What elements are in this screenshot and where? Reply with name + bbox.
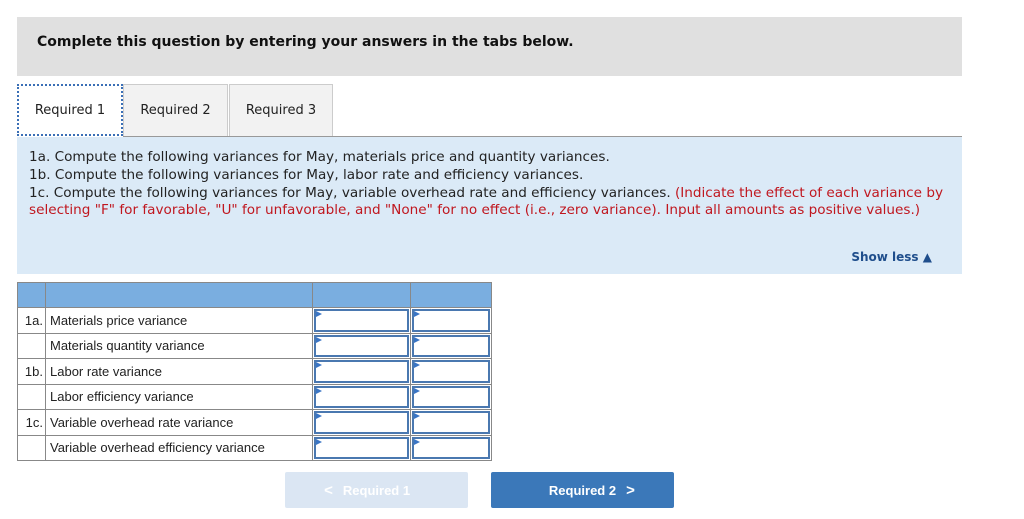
tab-required-1[interactable]: Required 1: [17, 84, 123, 136]
header-cell: [312, 282, 411, 308]
instructions-panel: 1a. Compute the following variances for …: [17, 137, 962, 274]
instruction-1b: 1b. Compute the following variances for …: [29, 166, 584, 183]
row-number: 1b.: [17, 358, 46, 385]
effect-cell: [410, 409, 492, 436]
amount-cell: [312, 332, 411, 359]
instruction-banner: Complete this question by entering your …: [17, 17, 962, 76]
amount-input[interactable]: [314, 334, 409, 357]
tab-required-2[interactable]: Required 2: [123, 84, 228, 136]
effect-cell: [410, 332, 492, 359]
effect-cell: [410, 434, 492, 461]
effect-cell: [410, 307, 492, 334]
header-cell: [17, 282, 46, 308]
amount-cell: [312, 358, 411, 385]
show-less-link[interactable]: Show less ▲: [851, 250, 932, 264]
instruction-1c: 1c. Compute the following variances for …: [29, 185, 949, 221]
amount-input[interactable]: [314, 411, 409, 434]
tab-required-3[interactable]: Required 3: [229, 84, 333, 136]
variance-table: 1a. Materials price variance Materials qua…: [17, 282, 492, 461]
effect-dropdown[interactable]: [412, 411, 490, 434]
chevron-right-icon: >: [626, 481, 635, 499]
amount-cell: [312, 409, 411, 436]
show-less-label: Show less: [851, 250, 919, 264]
prev-button-label: Required 1: [342, 482, 411, 498]
effect-dropdown[interactable]: [412, 360, 490, 383]
banner-text: Complete this question by entering your …: [37, 34, 574, 50]
header-cell: [45, 282, 313, 308]
amount-input[interactable]: [314, 436, 409, 459]
effect-dropdown[interactable]: [412, 334, 490, 357]
row-number: [17, 434, 46, 461]
effect-dropdown[interactable]: [412, 385, 490, 408]
amount-input[interactable]: [314, 309, 409, 332]
table-row: Variable overhead efficiency variance: [17, 434, 492, 461]
instruction-1a: 1a. Compute the following variances for …: [29, 149, 610, 165]
next-required-button[interactable]: <Required 2>: [491, 472, 674, 508]
row-number: [17, 383, 46, 410]
row-label: Variable overhead rate variance: [45, 409, 313, 436]
row-label: Labor rate variance: [45, 358, 313, 385]
table-row: 1c. Variable overhead rate variance: [17, 409, 492, 436]
table-row: Labor efficiency variance: [17, 383, 492, 410]
table-row: 1a. Materials price variance: [17, 307, 492, 334]
amount-input[interactable]: [314, 385, 409, 408]
effect-dropdown[interactable]: [412, 309, 490, 332]
chevron-left-icon: <: [324, 481, 333, 499]
row-label: Labor efficiency variance: [45, 383, 313, 410]
next-button-label: Required 2: [548, 482, 617, 498]
header-cell: [410, 282, 492, 308]
triangle-up-icon: ▲: [922, 250, 932, 264]
instruction-1c-text: 1c. Compute the following variances for …: [29, 184, 675, 201]
effect-cell: [410, 358, 492, 385]
amount-cell: [312, 383, 411, 410]
row-number: 1a.: [17, 307, 46, 334]
table-header-row: [17, 282, 492, 308]
effect-dropdown[interactable]: [412, 436, 490, 459]
row-label: Variable overhead efficiency variance: [45, 434, 313, 461]
row-number: 1c.: [17, 409, 46, 436]
amount-cell: [312, 434, 411, 461]
row-label: Materials quantity variance: [45, 332, 313, 359]
row-number: [17, 332, 46, 359]
amount-cell: [312, 307, 411, 334]
row-label: Materials price variance: [45, 307, 313, 334]
effect-cell: [410, 383, 492, 410]
table-row: Materials quantity variance: [17, 332, 492, 359]
prev-required-button[interactable]: <Required 1>: [285, 472, 468, 508]
amount-input[interactable]: [314, 360, 409, 383]
table-row: 1b. Labor rate variance: [17, 358, 492, 385]
